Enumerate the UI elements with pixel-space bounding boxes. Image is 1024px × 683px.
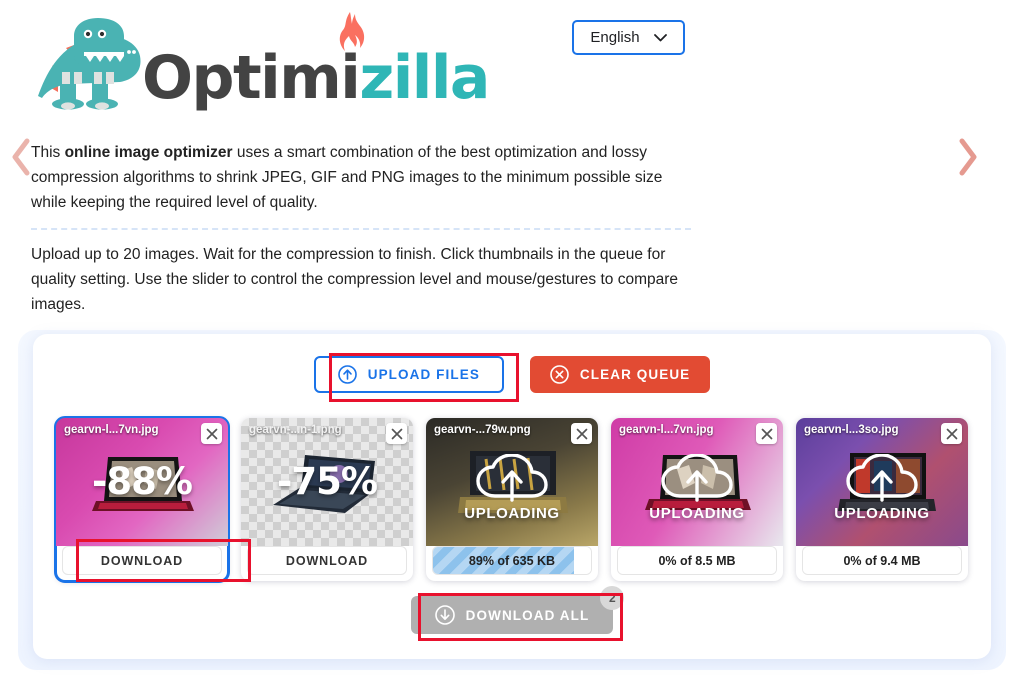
description-paragraph-1: This online image optimizer uses a smart… — [31, 140, 691, 215]
site-logo[interactable]: Optimizilla — [28, 12, 490, 110]
queue-footer: DOWNLOAD ALL 2 — [33, 586, 991, 634]
uploading-label-3: UPLOADING — [464, 505, 560, 522]
queue-item-4[interactable]: gearvn-l...7vn.jpg UPLOADING 0% of 8.5 M… — [611, 418, 783, 581]
queue-item-filename-2: gearvn-...n-1.png — [249, 424, 342, 436]
carousel-next-button[interactable] — [955, 135, 981, 179]
cloud-upload-icon — [661, 454, 733, 502]
desc-p1-pre: This — [31, 144, 65, 161]
queue-item-close-3[interactable] — [571, 423, 592, 444]
dinosaur-mascot-icon — [38, 18, 141, 110]
queue-item-close-5[interactable] — [941, 423, 962, 444]
thumbnail-carousel: gearvn-l...7vn.jpg -88% DOWNLOAD gearvn-… — [33, 412, 991, 587]
close-icon — [761, 428, 772, 439]
upload-progress-text-4: 0% of 8.5 MB — [658, 553, 736, 568]
queue-item-filename-1: gearvn-l...7vn.jpg — [64, 424, 159, 436]
upload-arrow-circle-icon — [337, 365, 357, 384]
queue-toolbar: UPLOAD FILES CLEAR QUEUE — [33, 356, 991, 393]
close-icon — [391, 428, 402, 439]
queue-item-5[interactable]: gearvn-l...3so.jpg UPLOADING 0% of 9.4 M… — [796, 418, 968, 581]
uploading-label-4: UPLOADING — [649, 505, 745, 522]
queue-item-close-1[interactable] — [201, 423, 222, 444]
chevron-down-icon — [653, 33, 667, 41]
queue-item-savings-2: -75% — [277, 460, 378, 503]
logo-wordmark: Optimizilla — [142, 12, 490, 110]
queue-item-savings-1: -88% — [92, 460, 193, 503]
cloud-upload-icon — [846, 454, 918, 502]
language-selector[interactable]: English — [572, 20, 685, 55]
download-all-count-badge: 2 — [600, 586, 625, 610]
queue-item-close-4[interactable] — [756, 423, 777, 444]
queue-item-1[interactable]: gearvn-l...7vn.jpg -88% DOWNLOAD — [54, 416, 230, 583]
queue-item-footer-4: 0% of 8.5 MB — [618, 547, 776, 574]
page-header: Optimizilla English — [0, 0, 1024, 118]
flame-icon — [339, 12, 365, 51]
chevron-right-icon — [959, 138, 977, 176]
upload-progress-bar-3: 89% of 635 KB — [433, 547, 591, 574]
upload-progress-bar-4: 0% of 8.5 MB — [618, 547, 776, 574]
upload-progress-text-5: 0% of 9.4 MB — [843, 553, 921, 568]
description-paragraph-2: Upload up to 20 images. Wait for the com… — [31, 246, 679, 313]
language-selector-value: English — [590, 29, 640, 46]
upload-files-button[interactable]: UPLOAD FILES — [313, 356, 504, 393]
desc-p1-bold: online image optimizer — [64, 144, 233, 161]
section-divider — [31, 228, 691, 230]
queue-panel: UPLOAD FILES CLEAR QUEUE gearvn-l...7vn.… — [33, 334, 991, 659]
upload-progress-text-3: 89% of 635 KB — [468, 553, 556, 568]
clear-queue-label: CLEAR QUEUE — [579, 367, 691, 382]
queue-item-close-2[interactable] — [386, 423, 407, 444]
queue-item-footer-1[interactable]: DOWNLOAD — [63, 547, 221, 574]
queue-item-footer-5: 0% of 9.4 MB — [803, 547, 961, 574]
carousel-prev-button[interactable] — [8, 135, 34, 179]
download-all-button[interactable]: DOWNLOAD ALL 2 — [410, 586, 625, 634]
close-icon — [206, 428, 217, 439]
download-arrow-circle-icon — [434, 605, 455, 625]
uploading-label-5: UPLOADING — [834, 505, 930, 522]
queue-item-footer-2[interactable]: DOWNLOAD — [248, 547, 406, 574]
description-block: This online image optimizer uses a smart… — [31, 140, 691, 317]
close-icon — [576, 428, 587, 439]
clear-queue-button[interactable]: CLEAR QUEUE — [529, 356, 711, 393]
queue-item-2[interactable]: gearvn-...n-1.png -75% DOWNLOAD — [241, 418, 413, 581]
logo-text-optim: Optim — [142, 43, 342, 113]
close-circle-icon — [550, 365, 569, 384]
cloud-upload-icon — [476, 454, 548, 502]
queue-item-3[interactable]: gearvn-...79w.png UPLOADING 89% of 635 K… — [426, 418, 598, 581]
download-button-label-1: DOWNLOAD — [100, 553, 184, 568]
queue-item-footer-3: 89% of 635 KB — [433, 547, 591, 574]
chevron-left-icon — [12, 138, 30, 176]
download-button-label-2: DOWNLOAD — [285, 553, 369, 568]
upload-files-label: UPLOAD FILES — [367, 367, 480, 382]
download-all-label: DOWNLOAD ALL — [465, 607, 590, 623]
close-icon — [946, 428, 957, 439]
upload-progress-bar-5: 0% of 9.4 MB — [803, 547, 961, 574]
logo-text-zilla: zilla — [359, 43, 490, 113]
